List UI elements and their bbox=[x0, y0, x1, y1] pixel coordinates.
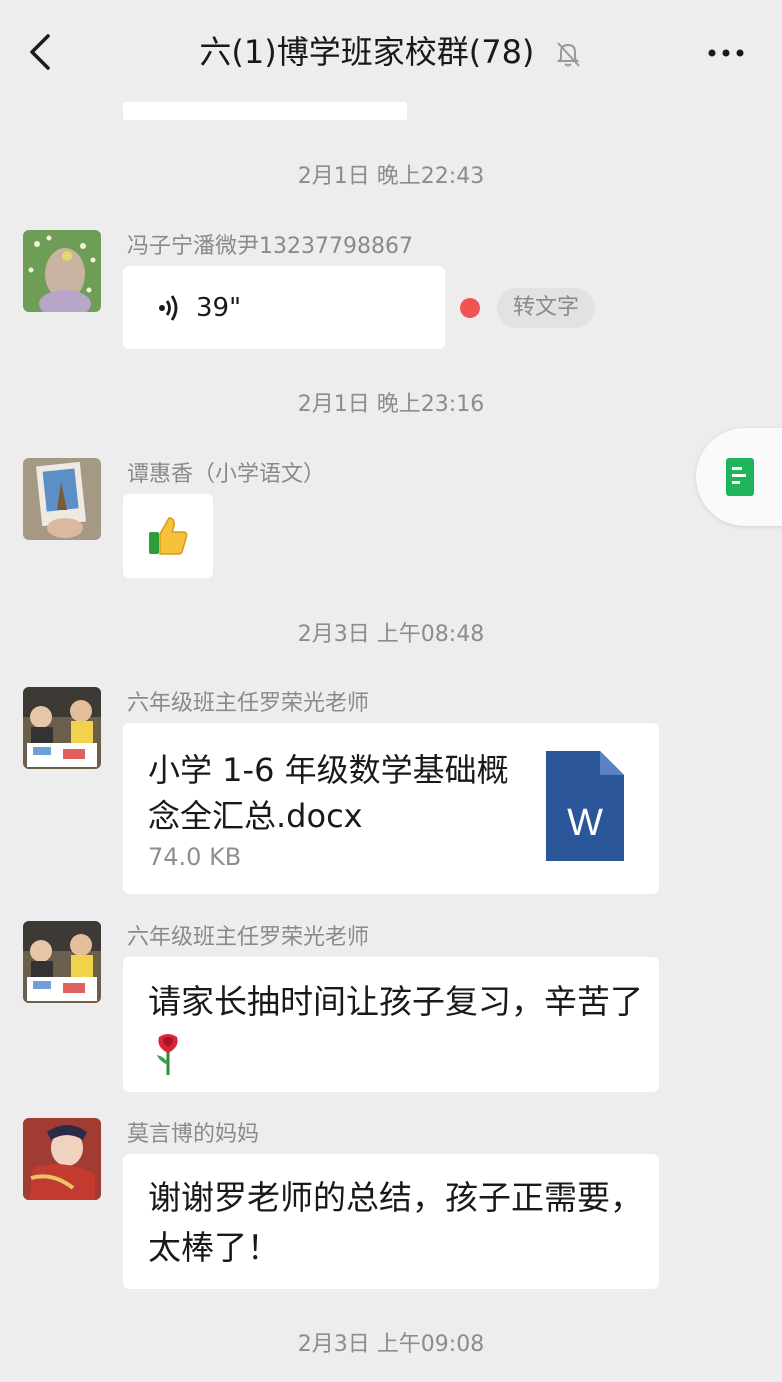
timestamp: 2月1日 晚上22:43 bbox=[297, 164, 485, 189]
avatar[interactable] bbox=[23, 921, 101, 1003]
word-doc-icon: W bbox=[546, 751, 624, 861]
file-message-bubble[interactable]: 小学 1-6 年级数学基础概 念全汇总.docx 74.0 KB W bbox=[123, 723, 659, 894]
avatar[interactable] bbox=[23, 230, 101, 312]
sender-name: 六年级班主任罗荣光老师 bbox=[127, 691, 370, 716]
transcribe-button[interactable]: 转文字 bbox=[497, 288, 595, 328]
timestamp: 2月3日 上午09:08 bbox=[297, 1332, 485, 1357]
avatar[interactable] bbox=[23, 1118, 101, 1200]
bell-off-icon bbox=[556, 42, 580, 67]
chat-title: 六(1)博学班家校群(78) bbox=[0, 28, 782, 76]
message-text: 谢谢罗老师的总结，孩子正需要， 太棒了！ bbox=[148, 1178, 643, 1267]
voice-message-bubble[interactable]: 39" bbox=[123, 266, 445, 349]
sender-name: 冯子宁潘微尹13237798867 bbox=[127, 234, 413, 259]
timestamp: 2月1日 晚上23:16 bbox=[297, 392, 485, 417]
sender-name: 六年级班主任罗荣光老师 bbox=[127, 925, 370, 950]
sender-name: 谭惠香（小学语文） bbox=[127, 462, 326, 487]
emoji-message-bubble[interactable] bbox=[123, 494, 213, 578]
chat-title-text: 六(1)博学班家校群(78) bbox=[199, 33, 535, 71]
message-text: 请家长抽时间让孩子复习，辛苦了 bbox=[148, 982, 643, 1021]
voice-icon bbox=[159, 295, 178, 321]
text-message-bubble[interactable]: 谢谢罗老师的总结，孩子正需要， 太棒了！ bbox=[123, 1154, 659, 1289]
rose-icon bbox=[157, 1034, 178, 1075]
top-bar: 六(1)博学班家校群(78) bbox=[0, 0, 782, 100]
voice-duration: 39" bbox=[196, 293, 242, 323]
thumbs-up-icon bbox=[149, 517, 188, 555]
previous-message-bubble[interactable] bbox=[123, 102, 407, 120]
timestamp: 2月3日 上午08:48 bbox=[297, 622, 485, 647]
unread-dot bbox=[460, 298, 480, 318]
sender-name: 莫言博的妈妈 bbox=[127, 1122, 260, 1147]
avatar[interactable] bbox=[23, 687, 101, 769]
avatar[interactable] bbox=[23, 458, 101, 540]
svg-text:W: W bbox=[567, 802, 603, 844]
file-name: 小学 1-6 年级数学基础概 念全汇总.docx bbox=[148, 751, 509, 835]
more-button[interactable] bbox=[706, 38, 746, 68]
note-doc-icon bbox=[726, 458, 754, 496]
more-icon bbox=[708, 49, 744, 57]
file-size: 74.0 KB bbox=[148, 843, 242, 871]
floating-note-button[interactable] bbox=[696, 428, 782, 526]
text-message-bubble[interactable]: 请家长抽时间让孩子复习，辛苦了 bbox=[123, 957, 659, 1092]
